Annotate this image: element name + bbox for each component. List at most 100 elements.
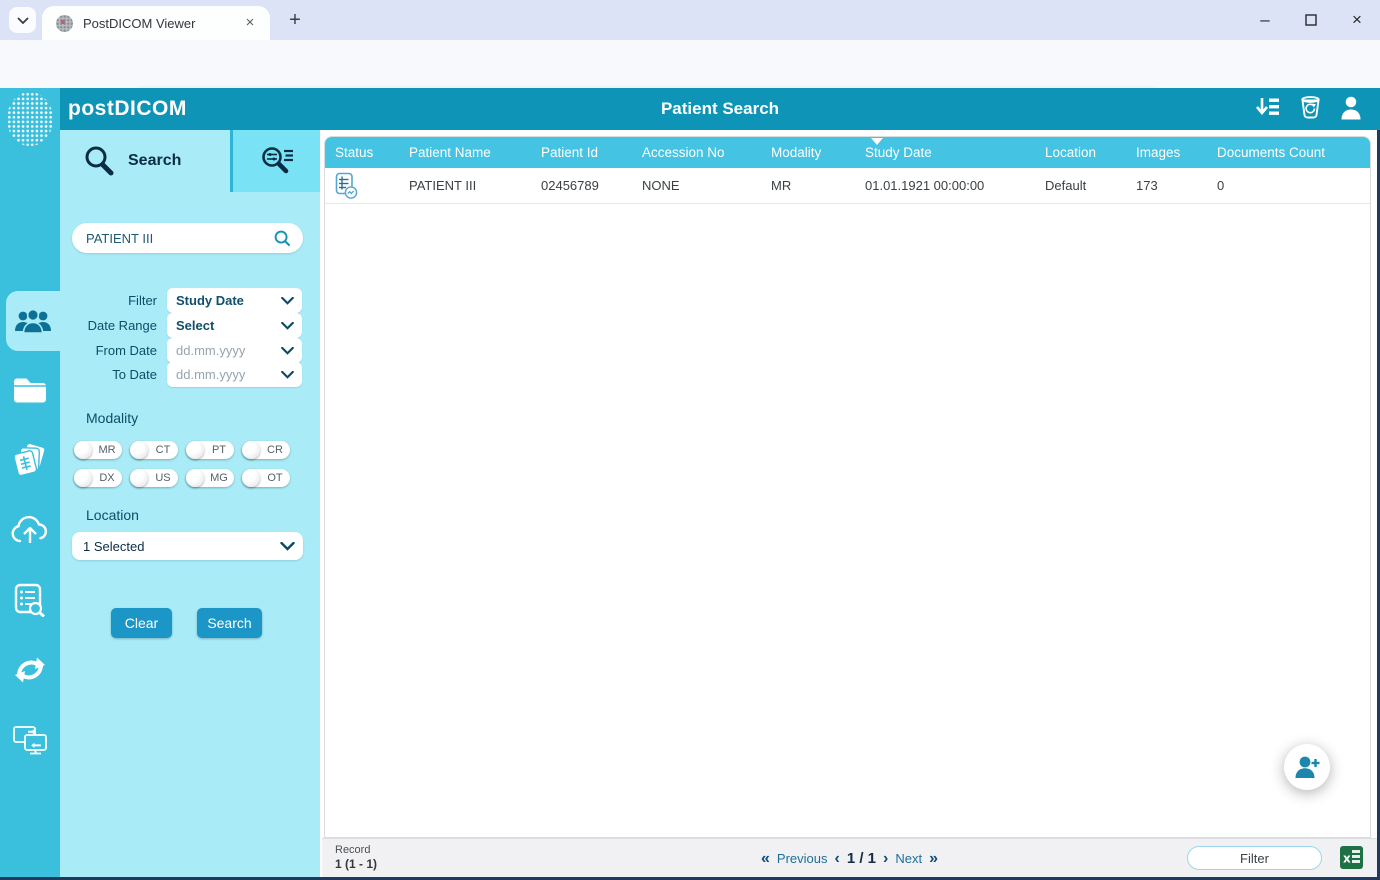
location-dropdown[interactable]: 1 Selected xyxy=(72,532,303,560)
search-tab-icon xyxy=(85,146,114,176)
modality-toggle-dx[interactable]: DX xyxy=(74,469,122,487)
sidebar-item-images[interactable] xyxy=(0,430,60,490)
toggle-knob xyxy=(74,441,92,459)
download-queue-icon[interactable] xyxy=(1255,94,1281,120)
search-panel: Search PATIENT III Filter Study Date Dat… xyxy=(60,130,320,880)
tab-advanced-search[interactable] xyxy=(233,130,320,192)
modality-toggle-us[interactable]: US xyxy=(130,469,178,487)
column-header-status[interactable]: Status xyxy=(325,137,399,168)
column-header-patient-id[interactable]: Patient Id xyxy=(531,137,632,168)
browser-toolbar: ← → germany.postdicom.com/Viewer/Main Aa… xyxy=(0,40,1380,122)
patient-name-cell[interactable]: PATIENT III xyxy=(399,178,531,193)
patient-id-cell[interactable]: 02456789 xyxy=(531,178,632,193)
close-window-button[interactable]: × xyxy=(1334,0,1380,40)
column-header-accession-no[interactable]: Accession No xyxy=(632,137,761,168)
search-input[interactable] xyxy=(86,230,274,246)
modality-cell[interactable]: MR xyxy=(761,178,855,193)
images-count-cell[interactable]: 173 xyxy=(1126,178,1207,193)
chevron-down-icon xyxy=(281,296,294,305)
image-stack-icon xyxy=(13,442,46,477)
table-row[interactable]: PATIENT III 02456789 NONE MR 01.01.1921 … xyxy=(325,168,1370,204)
window-controls: – × xyxy=(1242,0,1380,40)
study-date-cell[interactable]: 01.01.1921 00:00:00 xyxy=(855,178,1035,193)
modality-toggle-mg[interactable]: MG xyxy=(186,469,234,487)
filter-button[interactable]: Filter xyxy=(1187,846,1322,870)
column-header-modality[interactable]: Modality xyxy=(761,137,855,168)
previous-page-button[interactable]: Previous xyxy=(777,851,828,866)
maximize-button[interactable] xyxy=(1288,0,1334,40)
toggle-knob xyxy=(186,469,204,487)
filter-label: Filter xyxy=(128,293,157,308)
table-footer: Record 1 (1 - 1) « Previous ‹ 1 / 1 › Ne… xyxy=(322,838,1377,877)
from-date-dropdown[interactable]: dd.mm.yyyy xyxy=(167,338,302,363)
modality-toggle-ct[interactable]: CT xyxy=(130,441,178,459)
to-date-label: To Date xyxy=(112,367,157,382)
postdicom-app: postDICOM Patient Search Search PATIENT … xyxy=(0,88,1380,880)
search-button[interactable]: Search xyxy=(197,608,262,638)
column-header-documents-count[interactable]: Documents Count xyxy=(1207,137,1370,168)
trash-icon[interactable] xyxy=(1299,94,1322,120)
sidebar-item-folders[interactable] xyxy=(0,359,60,419)
new-tab-button[interactable]: + xyxy=(282,8,308,34)
browser-tab[interactable]: PostDICOM Viewer × xyxy=(42,6,270,40)
sidebar-item-worklist[interactable] xyxy=(0,570,60,630)
patient-table: Status Patient Name Patient Id Accession… xyxy=(324,136,1371,838)
tab-search-chevron-button[interactable] xyxy=(9,7,36,33)
column-header-location[interactable]: Location xyxy=(1035,137,1126,168)
location-label: Location xyxy=(86,507,139,523)
patients-icon xyxy=(15,308,51,334)
chevron-down-icon xyxy=(281,346,294,355)
filter-dropdown[interactable]: Study Date xyxy=(167,288,302,313)
accession-no-cell[interactable]: NONE xyxy=(632,178,761,193)
documents-count-cell[interactable]: 0 xyxy=(1207,178,1370,193)
app-header: postDICOM Patient Search xyxy=(60,88,1380,130)
toggle-knob xyxy=(130,441,148,459)
location-cell[interactable]: Default xyxy=(1035,178,1126,193)
status-cell[interactable] xyxy=(325,172,399,199)
date-range-label: Date Range xyxy=(87,318,157,333)
chevron-down-icon xyxy=(281,370,294,379)
toggle-knob xyxy=(186,441,204,459)
last-page-icon[interactable]: » xyxy=(929,850,938,868)
page-title: Patient Search xyxy=(660,99,780,118)
sidebar-item-device-transfer[interactable] xyxy=(0,709,60,769)
modality-toggle-ot[interactable]: OT xyxy=(242,469,290,487)
list-search-icon xyxy=(14,583,45,617)
patient-search-field[interactable] xyxy=(72,223,303,253)
maximize-icon xyxy=(1305,14,1317,26)
column-header-study-date[interactable]: Study Date xyxy=(855,137,1035,168)
modality-toggle-mr[interactable]: MR xyxy=(74,441,122,459)
browser-tab-title: PostDICOM Viewer xyxy=(83,15,196,31)
sidebar-item-patients[interactable] xyxy=(6,291,60,351)
modality-toggle-cr[interactable]: CR xyxy=(242,441,290,459)
modality-toggle-pt[interactable]: PT xyxy=(186,441,234,459)
results-area: Status Patient Name Patient Id Accession… xyxy=(320,130,1377,880)
sidebar-item-sync[interactable] xyxy=(0,640,60,700)
excel-icon: x xyxy=(1340,846,1363,869)
export-excel-button[interactable]: x xyxy=(1340,846,1363,869)
page-indicator: 1 / 1 xyxy=(846,850,877,867)
previous-page-icon[interactable]: ‹ xyxy=(835,850,840,868)
browser-tabstrip: PostDICOM Viewer × + – × xyxy=(0,0,1380,40)
tab-basic-search[interactable]: Search xyxy=(60,130,230,192)
brain-logo-icon xyxy=(7,92,53,146)
report-status-icon xyxy=(335,172,358,199)
add-patient-button[interactable] xyxy=(1284,744,1330,790)
to-date-dropdown[interactable]: dd.mm.yyyy xyxy=(167,362,302,387)
column-header-images[interactable]: Images xyxy=(1126,137,1207,168)
modality-label: Modality xyxy=(86,410,139,426)
first-page-icon[interactable]: « xyxy=(761,850,770,868)
toggle-knob xyxy=(242,469,260,487)
tab-close-icon[interactable]: × xyxy=(240,13,260,33)
chevron-down-icon xyxy=(16,16,29,24)
site-favicon xyxy=(56,14,73,32)
sidebar-item-upload[interactable] xyxy=(0,499,60,559)
next-page-icon[interactable]: › xyxy=(883,850,888,868)
column-header-patient-name[interactable]: Patient Name xyxy=(399,137,531,168)
minimize-button[interactable]: – xyxy=(1242,0,1288,40)
date-range-dropdown[interactable]: Select xyxy=(167,313,302,338)
clear-button[interactable]: Clear xyxy=(111,608,172,638)
profile-icon[interactable] xyxy=(1340,95,1362,120)
search-icon[interactable] xyxy=(274,230,291,247)
next-page-button[interactable]: Next xyxy=(895,851,922,866)
